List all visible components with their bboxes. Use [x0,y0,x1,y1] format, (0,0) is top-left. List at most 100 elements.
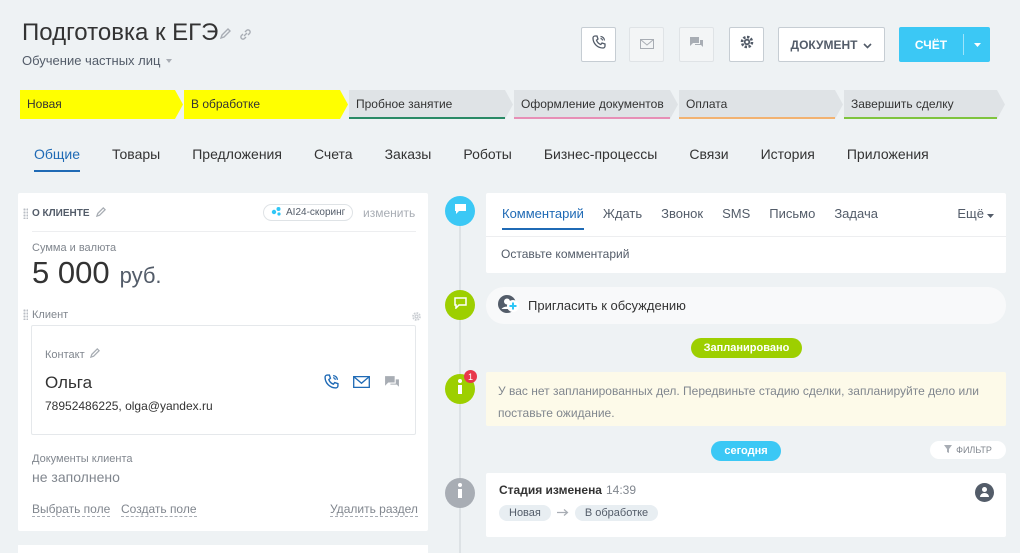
document-button[interactable]: ДОКУМЕНТ [778,27,885,62]
contact-info: 78952486225, olga@yandex.ru [45,399,213,413]
chat-icon [453,296,467,314]
create-field-link[interactable]: Создать поле [121,502,197,517]
stage-processing[interactable]: В обработке [184,90,348,119]
timeline-node-comment [445,196,475,226]
filter-button[interactable]: ФИЛЬТР [930,441,1006,459]
from-stage: Новая [499,505,551,521]
bill-button[interactable]: СЧЁТ [899,27,990,62]
stage-label: Новая [27,97,62,111]
section-title: О КЛИЕНТЕ [32,208,90,219]
tab-wait[interactable]: Ждать [603,206,642,230]
client-section: О КЛИЕНТЕ AI24-скоринг изменить Сумма и … [18,193,428,531]
amount-value: 5 000 руб. [32,255,162,291]
no-activities-notice: У вас нет запланированных дел. Передвинь… [486,372,1006,426]
event-title: Стадия изменена [499,483,602,497]
ai-scoring-badge[interactable]: AI24-скоринг [263,204,354,221]
tab-history[interactable]: История [761,146,815,172]
tab-task[interactable]: Задача [834,206,878,230]
tab-robots[interactable]: Роботы [463,146,511,172]
more-menu[interactable]: Ещё [957,206,994,221]
page-title: Подготовка к ЕГЭ [22,19,219,46]
delete-section-link[interactable]: Удалить раздел [330,502,418,517]
pencil-icon[interactable] [95,207,106,220]
timeline-node-history [445,478,475,508]
chevron-down-icon [166,58,173,63]
stage-label: Оплата [686,97,728,111]
filter-label: ФИЛЬТР [956,445,992,455]
to-stage: В обработке [574,505,659,521]
tab-business-processes[interactable]: Бизнес-процессы [544,146,657,172]
gear-icon [739,34,755,55]
event-stages: Новая В обработке [499,505,659,521]
tab-products[interactable]: Товары [112,146,160,172]
pencil-icon[interactable] [220,28,231,41]
tab-sms[interactable]: SMS [722,206,750,230]
tab-email[interactable]: Письмо [769,206,815,230]
contact-name[interactable]: Ольга [45,373,92,393]
drag-handle-icon[interactable] [23,309,28,320]
stage-payment[interactable]: Оплата [679,90,843,119]
client-label: Клиент [32,309,69,321]
email-button[interactable] [629,27,664,62]
deal-tabs: Общие Товары Предложения Счета Заказы Ро… [34,146,961,172]
category-label: Обучение частных лиц [22,53,161,68]
invite-label: Пригласить к обсуждению [528,298,686,313]
bill-button-label: СЧЁТ [914,37,948,52]
comment-composer: Комментарий Ждать Звонок SMS Письмо Зада… [486,193,1006,273]
contact-card: Контакт Ольга 78952486225, olga@yandex.r… [31,325,416,435]
timeline-node-chat [445,290,475,320]
edit-section-link[interactable]: изменить [363,206,415,220]
settings-button[interactable] [729,27,764,62]
stage-label: В обработке [191,97,261,111]
amount-label: Сумма и валюта [32,242,117,254]
event-title-row: Стадия изменена 14:39 [499,483,636,497]
divider [486,236,1006,237]
currency: руб. [119,263,162,288]
funnel-icon [944,445,953,455]
tab-orders[interactable]: Заказы [385,146,432,172]
tab-general[interactable]: Общие [34,146,81,172]
tab-invoices[interactable]: Счета [314,146,353,172]
client-docs-label: Документы клиента [32,453,133,465]
contact-actions [324,374,400,394]
amount: 5 000 [32,255,110,290]
user-icon [979,484,990,502]
phone-icon[interactable] [324,374,339,394]
call-button[interactable] [581,27,616,62]
envelope-icon[interactable] [353,375,370,393]
ai-icon [271,206,282,219]
tab-call[interactable]: Звонок [661,206,703,230]
chat-icon[interactable] [384,375,400,394]
pencil-icon[interactable] [89,348,100,361]
stage-change-event: Стадия изменена 14:39 Новая В обработке [486,473,1006,537]
stage-documents[interactable]: Оформление документов [514,90,678,119]
tab-quotes[interactable]: Предложения [192,146,282,172]
drag-handle-icon[interactable] [23,208,28,219]
invite-to-discussion[interactable]: Пригласить к обсуждению [486,287,1006,324]
avatar[interactable] [975,483,994,502]
arrow-right-icon [556,507,569,519]
composer-tabs: Комментарий Ждать Звонок SMS Письмо Зада… [502,206,897,230]
add-user-icon [498,294,520,317]
document-button-label: ДОКУМЕНТ [790,37,858,52]
envelope-icon [639,36,654,54]
stage-finish[interactable]: Завершить сделку [844,90,1005,119]
chevron-down-icon[interactable] [964,42,990,47]
contact-label: Контакт [45,348,85,361]
chevron-down-icon [987,206,994,221]
select-field-link[interactable]: Выбрать поле [32,502,111,517]
tab-links[interactable]: Связи [689,146,728,172]
stage-new[interactable]: Новая [20,90,183,119]
chat-button[interactable] [679,27,714,62]
deal-category-select[interactable]: Обучение частных лиц [22,53,173,68]
notice-counter: 1 [464,370,477,383]
link-icon[interactable] [239,28,252,41]
divider [32,231,416,232]
tab-apps[interactable]: Приложения [847,146,929,172]
stage-trial[interactable]: Пробное занятие [349,90,513,119]
tab-comment[interactable]: Комментарий [502,206,584,230]
today-badge: сегодня [711,441,781,461]
comment-icon [454,202,467,220]
comment-input[interactable]: Оставьте комментарий [501,247,629,261]
event-time: 14:39 [605,483,637,497]
